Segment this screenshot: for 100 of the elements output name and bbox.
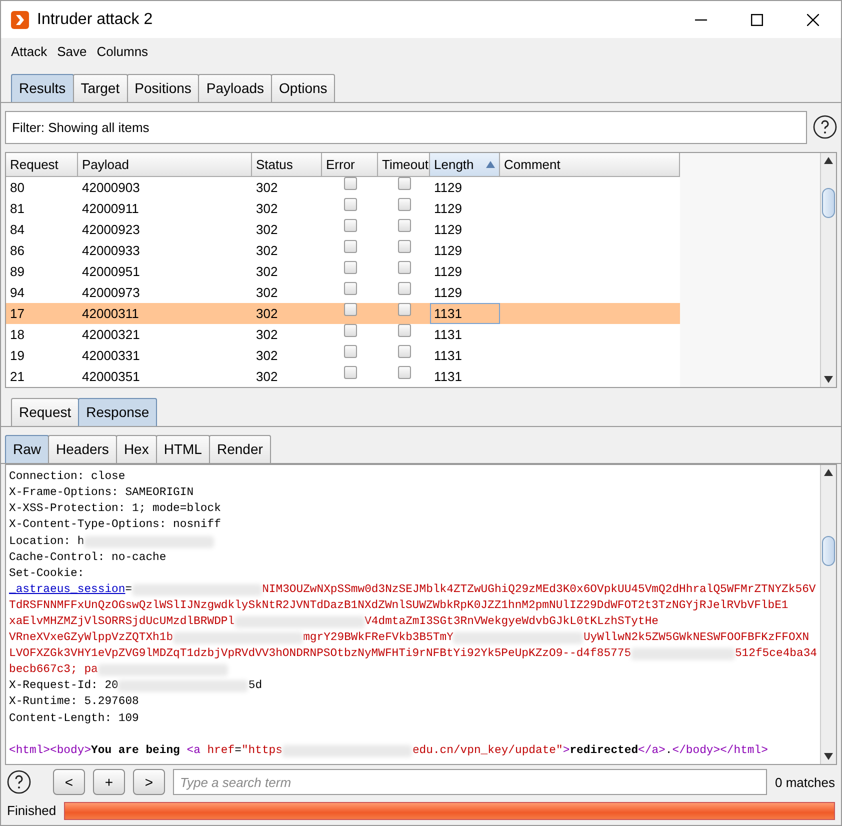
table-cell-text: 302 [255,284,279,302]
tab[interactable]: HTML [156,435,210,464]
checkbox[interactable] [398,177,410,190]
maximize-icon [751,14,763,26]
checkbox[interactable] [344,261,356,274]
table-cell-text: 21 [9,368,26,386]
table-cell-text: 42000903 [81,179,141,197]
checkbox[interactable] [344,282,356,295]
column-header[interactable]: Length [430,153,500,176]
table-cell-text: 302 [255,263,279,281]
tab[interactable]: Hex [116,435,157,464]
tab[interactable]: Results [11,74,74,102]
table-cell-text: 17 [9,305,26,323]
table-row[interactable]: 89 42000951 302 1129 [6,261,680,282]
checkbox[interactable] [398,282,410,295]
tab[interactable]: Payloads [198,74,272,102]
checkbox[interactable] [344,366,356,379]
help-icon[interactable] [813,115,837,140]
search-nav-button[interactable]: + [93,769,125,796]
checkbox[interactable] [398,303,410,316]
app-icon [11,10,29,28]
tab[interactable]: Render [208,435,271,464]
sort-arrow-icon [486,161,495,168]
code-text: redirected [570,744,638,759]
checkbox[interactable] [398,261,410,274]
tab[interactable]: Raw [5,435,50,464]
menu-item[interactable]: Columns [96,42,148,62]
minimize-icon [695,18,707,20]
checkbox[interactable] [344,303,356,316]
table-cell-text: 42000331 [81,347,141,365]
checkbox[interactable] [344,198,356,211]
table-row[interactable]: 86 42000933 302 1129 [6,240,680,261]
tab[interactable]: Response [78,398,158,426]
checkbox[interactable] [398,366,410,379]
table-cell-text: 84 [9,221,26,239]
checkbox[interactable] [398,219,410,232]
checkbox[interactable] [398,240,410,253]
checkbox[interactable] [344,219,356,232]
tab[interactable]: Request [11,398,80,426]
code-text: 512f5ce4ba34 [734,646,817,662]
code-text: TdRSFNNMFFxUnQzOGswQzlWSlIJNzgwdklySkNtR2JVNTdDazB1NXdZWnlSUWZWbkRpK0JZZ1hnM2pmNUlIZ29DdWFOT2t3TzNGYjRJelRVbVFlbE1 [9,598,788,614]
column-header[interactable]: Error [322,153,378,176]
code-text: edu.cn/vpn_key/update" [412,744,563,759]
scrollbar[interactable] [820,465,836,764]
table-cell-text: 1131 [433,347,463,365]
table-row[interactable]: 80 42000903 302 1129 [6,177,680,198]
table-cell-text: 89 [9,263,26,281]
scroll-down-icon[interactable] [824,376,833,384]
help-icon[interactable] [7,770,31,794]
tab[interactable]: Positions [126,74,200,102]
scroll-up-icon[interactable] [824,157,833,164]
table-row[interactable]: 94 42000973 302 1129 [6,282,680,303]
table-row[interactable]: 17 42000311 302 1131 [6,303,680,324]
column-header[interactable]: Status [252,153,322,176]
filter-bar[interactable]: Filter: Showing all items [5,110,807,144]
checkbox[interactable] [398,324,410,337]
checkbox[interactable] [344,240,356,253]
code-text: mgrY29BWkFReFVkb3B5TmY [303,630,454,646]
code-text: > [562,744,570,759]
tab[interactable]: Options [271,74,336,102]
table-row[interactable]: 84 42000923 302 1129 [6,219,680,240]
scroll-up-icon[interactable] [824,469,833,476]
code-text: <a [186,744,202,759]
checkbox[interactable] [344,345,356,358]
search-nav-button[interactable]: < [53,769,85,796]
code-text: Cache-Control: no-cache [9,550,166,566]
scroll-thumb[interactable] [822,188,835,218]
tab[interactable]: Target [72,74,128,102]
table-cell-text: 42000351 [81,368,141,386]
table-row[interactable]: 21 42000351 302 1131 [6,366,680,387]
code-text: UyWllwN2k5ZW5GWkNESWFOOFBFKzFFOXN [583,630,810,646]
table-cell-text: 302 [255,368,279,386]
scroll-down-icon[interactable] [824,753,833,760]
checkbox[interactable] [398,198,410,211]
table-cell-text: 86 [9,242,26,260]
search-field[interactable]: Type a search term [173,769,768,796]
scrollbar[interactable] [820,153,836,388]
table-cell-text: 1131 [433,326,463,344]
table-cell-text: 94 [9,284,26,302]
search-nav-button[interactable]: > [133,769,165,796]
table-cell-text: 302 [255,179,279,197]
table-cell-text: 81 [9,200,26,218]
column-header[interactable]: Request [6,153,78,176]
code-text: = [234,744,242,759]
code-text: _astraeus_session [9,582,126,598]
code-text: = [125,582,132,598]
checkbox[interactable] [398,345,410,358]
menu-item[interactable]: Attack [11,42,48,62]
checkbox[interactable] [344,177,356,190]
table-row[interactable]: 19 42000331 302 1131 [6,345,680,366]
menu-item[interactable]: Save [57,42,87,62]
table-cell-text: 1129 [433,200,463,218]
checkbox[interactable] [344,324,356,337]
column-header[interactable]: Payload [78,153,252,176]
code-text: </body></html> [672,744,768,759]
table-row[interactable]: 81 42000911 302 1129 [6,198,680,219]
status-text: Finished [7,802,56,820]
table-row[interactable]: 18 42000321 302 1131 [6,324,680,345]
scroll-thumb[interactable] [822,536,835,566]
tab[interactable]: Headers [48,435,117,464]
